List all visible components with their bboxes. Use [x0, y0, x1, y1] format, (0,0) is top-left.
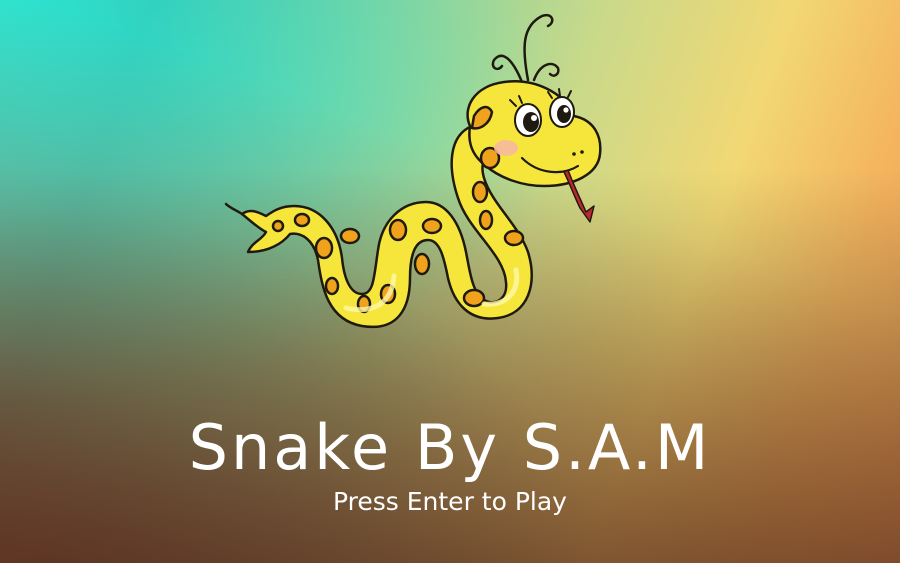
cartoon-snake-icon — [224, 13, 602, 329]
game-title: Snake By S.A.M — [188, 411, 712, 484]
start-prompt[interactable]: Press Enter to Play — [0, 484, 900, 520]
